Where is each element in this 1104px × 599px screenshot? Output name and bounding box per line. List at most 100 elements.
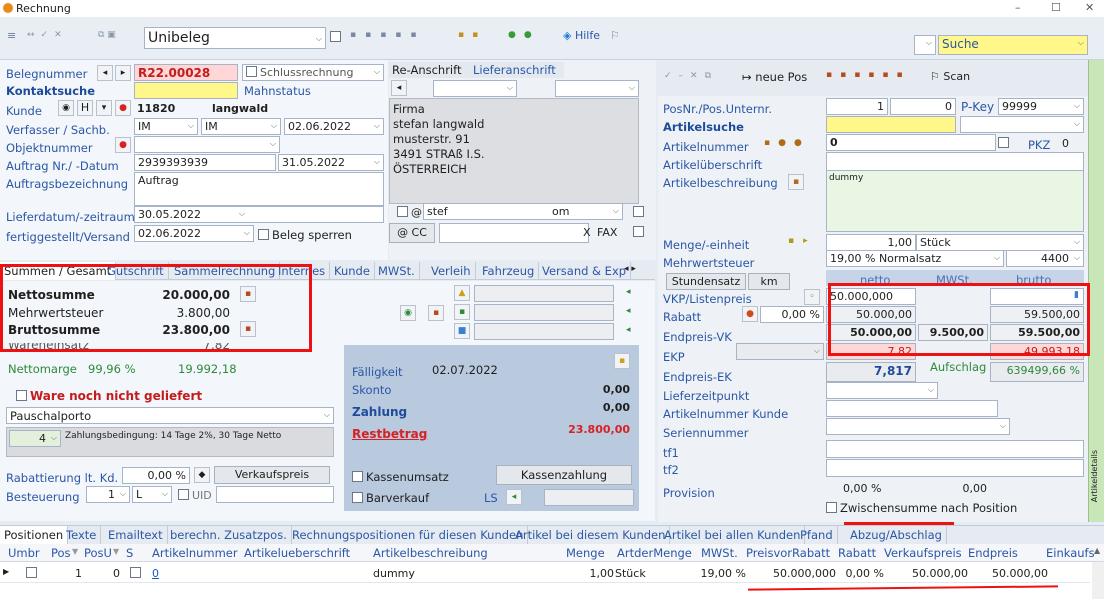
kontaktsuche-input[interactable] bbox=[134, 82, 238, 99]
address-icon[interactable]: ◂ bbox=[391, 80, 407, 96]
artikelnummer-icons[interactable]: ▪●● bbox=[764, 138, 810, 148]
tab-lieferanschrift[interactable]: Lieferanschrift bbox=[473, 63, 556, 77]
artikelsuche-input[interactable] bbox=[826, 116, 956, 133]
ware-nicht-checkbox[interactable]: Ware noch nicht geliefert bbox=[16, 389, 202, 403]
mid-icon-2[interactable]: ▪ bbox=[428, 305, 444, 321]
col-posu[interactable]: PosU bbox=[84, 546, 112, 560]
datum-field[interactable]: 02.06.2022 ⌵ bbox=[284, 118, 384, 135]
mid-arrow-3[interactable]: ◂ bbox=[626, 325, 631, 335]
tab-artikel-kunde[interactable]: Artikel bei diesem Kunden bbox=[511, 526, 671, 544]
objekt-select[interactable]: ⌵ bbox=[134, 136, 280, 153]
copy-icon[interactable]: ⧉ ▣ bbox=[98, 30, 116, 40]
scan-button[interactable]: ⚐ Scan bbox=[930, 70, 970, 83]
pauschal-select[interactable]: Pauschalporto ⌵ bbox=[6, 407, 334, 424]
article-tool-icons[interactable]: ▪▪▪▪▪▪ bbox=[826, 70, 911, 80]
pkey-select[interactable]: 99999 ⌵ bbox=[998, 98, 1084, 115]
artikelnummer-field[interactable]: 0 bbox=[826, 134, 996, 151]
col-artikelbeschreibung[interactable]: Artikelbeschreibung bbox=[373, 546, 488, 560]
mid-field-3[interactable] bbox=[474, 323, 614, 340]
tab-emailtext[interactable]: Emailtext bbox=[104, 526, 168, 544]
mid-arrow-2[interactable]: ◂ bbox=[626, 306, 631, 316]
barverkauf-checkbox[interactable]: Barverkauf bbox=[352, 491, 429, 505]
table-row[interactable]: ▶ 1 0 0 dummy 1,00 Stück 19,00 % 50.000,… bbox=[0, 564, 1090, 582]
uid-field[interactable] bbox=[216, 486, 334, 503]
umbr-checkbox[interactable] bbox=[26, 567, 40, 580]
next-icon[interactable]: ▸ bbox=[115, 65, 131, 81]
verkaufspreis-button[interactable]: Verkaufspreis bbox=[214, 466, 330, 484]
mid-arrow-1[interactable]: ◂ bbox=[626, 287, 631, 297]
tab-mwst[interactable]: MWSt. bbox=[374, 262, 420, 280]
objekt-icon[interactable]: ● bbox=[115, 137, 131, 153]
col-pos[interactable]: Pos bbox=[51, 546, 71, 560]
minimize-button[interactable]: – bbox=[1015, 1, 1021, 14]
col-mwst[interactable]: MWSt. bbox=[701, 546, 738, 560]
auftrag-datum-field[interactable]: 31.05.2022 ⌵ bbox=[278, 154, 384, 171]
sachb-select[interactable]: IM ⌵ bbox=[201, 118, 281, 135]
cc-clear[interactable]: X bbox=[583, 226, 591, 239]
tab-scroll[interactable]: ◂ ▸ bbox=[624, 264, 636, 274]
col-s[interactable]: S bbox=[126, 546, 133, 560]
col-preisvorrabatt[interactable]: PreisvorRabatt bbox=[746, 546, 830, 560]
toolbar-icons-3[interactable]: ●● bbox=[508, 30, 540, 40]
fertig-field[interactable]: 02.06.2022 ⌵ bbox=[134, 225, 254, 242]
address-select-2[interactable]: ⌵ bbox=[555, 80, 639, 97]
col-menge[interactable]: Menge bbox=[566, 546, 605, 560]
email-field[interactable]: stef om ⌵ bbox=[423, 203, 623, 220]
cc-field[interactable] bbox=[439, 223, 589, 243]
s-checkbox[interactable] bbox=[130, 567, 144, 580]
payment-icon[interactable]: ▪ bbox=[614, 353, 630, 369]
zahlungsbedingung-box[interactable]: 4 ⌵ Zahlungsbedingung: 14 Tage 2%, 30 Tag… bbox=[6, 427, 334, 457]
scroll-up-icon[interactable]: ▲ bbox=[1094, 546, 1100, 555]
schlussrechnung-select[interactable]: Schlussrechnung ⌵ bbox=[242, 64, 384, 81]
tab-artikel-alle[interactable]: Artikel bei allen Kunden bbox=[660, 526, 806, 544]
fax-checkbox[interactable] bbox=[633, 226, 647, 239]
km-button[interactable]: km bbox=[748, 273, 790, 290]
pkz-checkbox[interactable] bbox=[998, 137, 1012, 150]
kunde-h-button[interactable]: H bbox=[77, 100, 93, 116]
search-scope-select[interactable]: ⌵ bbox=[914, 35, 936, 55]
restbetrag-label[interactable]: Restbetrag bbox=[352, 427, 427, 441]
maximize-button[interactable]: ☐ bbox=[1051, 1, 1061, 14]
beleg-sperren[interactable]: Beleg sperren bbox=[258, 228, 352, 242]
toolbar-icons-2[interactable]: ▪▪ bbox=[458, 30, 486, 40]
col-verkaufspreis[interactable]: Verkaufspreis bbox=[884, 546, 962, 560]
besteuerung-select-1[interactable]: 1 ⌵ bbox=[86, 486, 130, 503]
kunde-dropdown-icon[interactable]: ▾ bbox=[96, 100, 112, 116]
kunde-red-icon[interactable]: ● bbox=[115, 100, 131, 116]
grid-scrollbar[interactable] bbox=[1092, 562, 1104, 599]
verfasser-select[interactable]: IM ⌵ bbox=[134, 118, 198, 135]
tab-zusatzpos[interactable]: berechn. Zusatzpos. bbox=[166, 526, 292, 544]
mid-icon-5[interactable]: ■ bbox=[454, 323, 470, 339]
besteuerung-select-2[interactable]: L ⌵ bbox=[132, 486, 172, 503]
address-select-1[interactable]: ⌵ bbox=[433, 80, 517, 97]
email-checkbox[interactable]: @ bbox=[397, 206, 422, 219]
col-rabatt[interactable]: Rabatt bbox=[838, 546, 876, 560]
template-select[interactable]: Unibeleg ⌵ bbox=[144, 27, 326, 49]
address-box[interactable]: Firma stefan langwald musterstr. 91 3491… bbox=[389, 98, 639, 204]
kunde-icon[interactable]: ◉ bbox=[58, 100, 74, 116]
kassenumsatz-checkbox[interactable]: Kassenumsatz bbox=[352, 470, 449, 484]
provision-val-field[interactable]: 0,00 bbox=[920, 481, 990, 498]
prev-icon[interactable]: ◂ bbox=[97, 65, 113, 81]
mwst-select[interactable]: 19,00 % Normalsatz ⌵ bbox=[826, 250, 1004, 267]
ls-icon[interactable]: ◂ bbox=[506, 489, 522, 505]
ekp-select[interactable]: ⌵ bbox=[736, 343, 824, 360]
uid-checkbox[interactable]: UID bbox=[178, 489, 212, 502]
nav-icons[interactable]: ↔✓✕ bbox=[27, 30, 68, 40]
mid-icon-3[interactable]: ▲ bbox=[454, 285, 470, 301]
stundensatz-button[interactable]: Stundensatz bbox=[666, 273, 746, 290]
menge-field[interactable]: 1,00 bbox=[826, 234, 916, 251]
tab-texte[interactable]: Texte bbox=[62, 526, 102, 544]
tab-kunde[interactable]: Kunde bbox=[330, 262, 375, 280]
flag-icon[interactable]: ⚐ bbox=[610, 29, 620, 42]
rabattierung-icon[interactable]: ◆ bbox=[194, 467, 210, 483]
new-pos-button[interactable]: ↦ neue Pos bbox=[742, 70, 807, 84]
belegnummer-field[interactable]: R22.00028 bbox=[134, 64, 238, 81]
cell-artikelnummer[interactable]: 0 bbox=[152, 567, 159, 580]
einheit-select[interactable]: Stück ⌵ bbox=[916, 234, 1084, 251]
close-button[interactable]: ✕ bbox=[1085, 1, 1094, 14]
schluss-checkbox[interactable] bbox=[246, 66, 257, 77]
beschreibung-icon[interactable]: ▪ bbox=[788, 174, 804, 190]
konto-select[interactable]: 4400 ⌵ bbox=[1006, 250, 1084, 267]
auftragsbez-field[interactable]: Auftrag bbox=[134, 172, 384, 206]
